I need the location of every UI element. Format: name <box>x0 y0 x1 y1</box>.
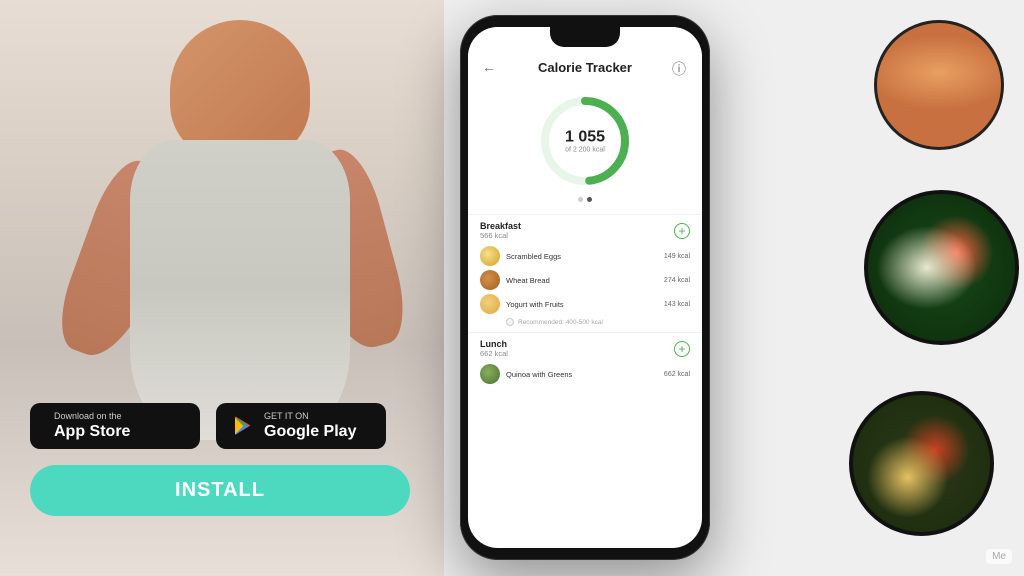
food-bowl-middle-content <box>868 194 1015 341</box>
breakfast-add-button[interactable]: + <box>674 223 690 239</box>
breakfast-title-group: Breakfast 566 kcal <box>480 221 521 240</box>
phone-notch <box>550 27 620 47</box>
app-store-small-text: Download on the <box>54 411 130 422</box>
calorie-number: 1 055 <box>565 129 605 147</box>
food-bowl-middle <box>864 190 1019 345</box>
phone-mockup: ← Calorie Tracker ⓘ 1 055 of 2 200 kcal <box>460 15 710 560</box>
lunch-kcal: 662 kcal <box>480 349 508 358</box>
cta-panel: Download on the App Store GET IT ON Goog… <box>30 403 450 516</box>
food-item-quinoa: Quinoa with Greens 662 kcal <box>480 362 690 386</box>
store-buttons-group: Download on the App Store GET IT ON Goog… <box>30 403 450 449</box>
food-item-bread: Wheat Bread 274 kcal <box>480 268 690 292</box>
person-head <box>170 20 310 160</box>
food-bowl-bottom <box>849 391 994 536</box>
calorie-text: 1 055 of 2 200 kcal <box>565 129 605 154</box>
yogurt-kcal: 143 kcal <box>664 301 690 308</box>
breakfast-title: Breakfast <box>480 221 521 231</box>
app-screen: ← Calorie Tracker ⓘ 1 055 of 2 200 kcal <box>468 27 702 548</box>
quinoa-kcal: 662 kcal <box>664 371 690 378</box>
page-dots <box>578 197 592 202</box>
app-store-button[interactable]: Download on the App Store <box>30 403 200 449</box>
eggs-icon <box>480 246 500 266</box>
google-play-text: GET IT ON Google Play <box>264 411 356 441</box>
bread-name: Wheat Bread <box>506 276 658 285</box>
food-bowl-top-content <box>877 23 1001 147</box>
lunch-title-group: Lunch 662 kcal <box>480 339 508 358</box>
food-bowl-top <box>874 20 1004 150</box>
phone-screen: ← Calorie Tracker ⓘ 1 055 of 2 200 kcal <box>468 27 702 548</box>
calorie-ring: 1 055 of 2 200 kcal <box>535 91 635 191</box>
back-icon[interactable]: ← <box>482 59 498 75</box>
app-store-large-text: App Store <box>54 422 130 441</box>
yogurt-icon <box>480 294 500 314</box>
breakfast-header: Breakfast 566 kcal + <box>480 221 690 240</box>
watermark: Mе <box>986 549 1012 564</box>
recommended-text: ⓘ Recommended: 400-500 kcal <box>480 316 690 326</box>
eggs-name: Scrambled Eggs <box>506 252 658 261</box>
lunch-add-button[interactable]: + <box>674 341 690 357</box>
food-item-eggs: Scrambled Eggs 149 kcal <box>480 244 690 268</box>
lunch-header: Lunch 662 kcal + <box>480 339 690 358</box>
app-store-text: Download on the App Store <box>54 411 130 441</box>
eggs-kcal: 149 kcal <box>664 253 690 260</box>
google-play-button[interactable]: GET IT ON Google Play <box>216 403 386 449</box>
app-title: Calorie Tracker <box>538 60 632 75</box>
info-icon[interactable]: ⓘ <box>672 59 688 75</box>
bread-kcal: 274 kcal <box>664 277 690 284</box>
bread-icon <box>480 270 500 290</box>
install-button[interactable]: INSTALL <box>30 465 410 516</box>
google-play-icon <box>232 414 256 438</box>
quinoa-icon <box>480 364 500 384</box>
breakfast-kcal: 566 kcal <box>480 231 521 240</box>
breakfast-section: Breakfast 566 kcal + Scrambled Eggs 149 … <box>468 214 702 332</box>
google-play-large-text: Google Play <box>264 422 356 441</box>
food-bowl-bottom-content <box>853 395 990 532</box>
dot-2 <box>587 197 592 202</box>
yogurt-name: Yogurt with Fruits <box>506 300 658 309</box>
person-torso <box>130 140 350 440</box>
lunch-section: Lunch 662 kcal + Quinoa with Greens 662 … <box>468 332 702 392</box>
lunch-title: Lunch <box>480 339 508 349</box>
quinoa-name: Quinoa with Greens <box>506 370 658 379</box>
dot-1 <box>578 197 583 202</box>
calorie-total: of 2 200 kcal <box>565 146 605 153</box>
rec-icon: ⓘ <box>506 318 514 326</box>
phone-frame: ← Calorie Tracker ⓘ 1 055 of 2 200 kcal <box>460 15 710 560</box>
food-item-yogurt: Yogurt with Fruits 143 kcal <box>480 292 690 316</box>
calorie-section: 1 055 of 2 200 kcal <box>468 83 702 214</box>
google-play-small-text: GET IT ON <box>264 411 356 422</box>
